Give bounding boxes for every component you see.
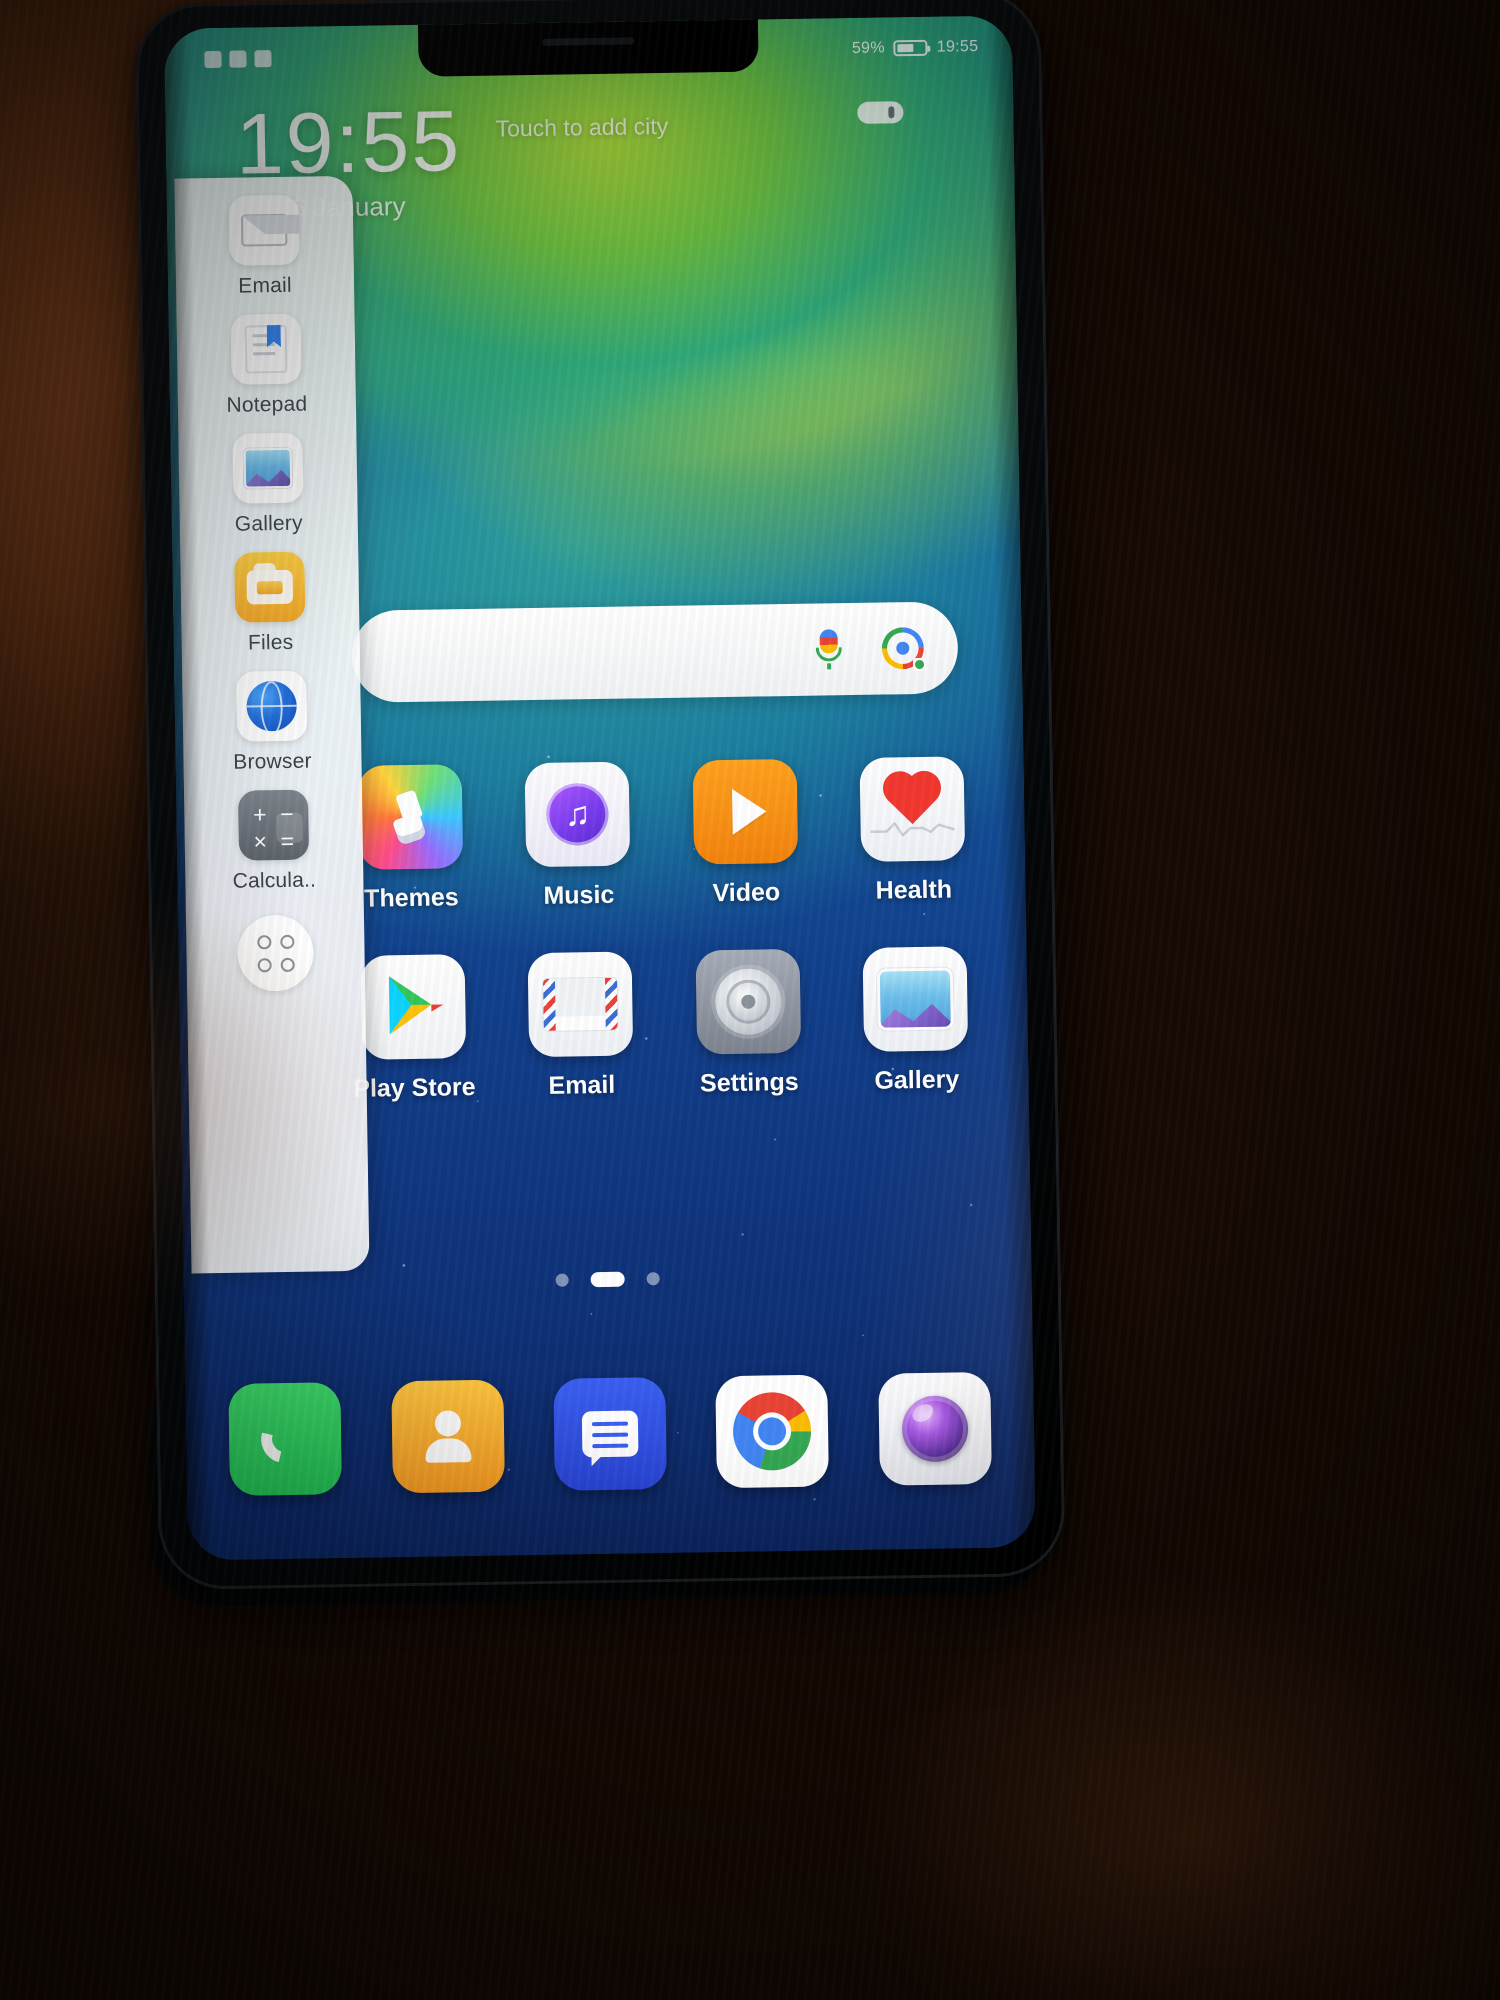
- files-folder-icon: [234, 551, 306, 623]
- status-bar-clock: 19:55: [936, 37, 979, 56]
- app-label-themes: Themes: [363, 883, 459, 913]
- drawer-item-browser[interactable]: Browser: [182, 670, 362, 776]
- home-app-grid: Themes ♫ Music Video Health Play Store E…: [326, 756, 1002, 1146]
- drawer-item-notepad[interactable]: Notepad: [176, 313, 356, 419]
- phone-screen[interactable]: 59% 19:55 19:55 ay, 26 January Touch to …: [163, 15, 1036, 1561]
- calculator-icon: + − × =: [237, 789, 310, 861]
- nfc-icon: [229, 49, 247, 68]
- add-city-label[interactable]: Touch to add city: [495, 113, 668, 143]
- search-input[interactable]: [351, 601, 959, 703]
- app-label-gallery: Gallery: [874, 1065, 960, 1095]
- phone-handset-icon[interactable]: [228, 1382, 343, 1496]
- status-bar-right: 59% 19:55: [852, 38, 979, 58]
- app-row-2: Play Store Email Settings Gallery: [329, 946, 1001, 1105]
- drawer-label-calculator: Calcula..: [232, 868, 317, 893]
- app-label-settings: Settings: [699, 1067, 799, 1098]
- phone-device: 59% 19:55 19:55 ay, 26 January Touch to …: [137, 0, 1063, 1587]
- health-icon: [859, 756, 966, 862]
- all-apps-grid-icon[interactable]: [236, 914, 315, 992]
- app-drawer-panel[interactable]: Email Notepad Gallery Files Browser + − …: [174, 175, 370, 1274]
- play-store-icon: [360, 954, 466, 1060]
- weather-toggle-pill[interactable]: [857, 101, 904, 124]
- contacts-person-icon[interactable]: [390, 1379, 505, 1494]
- chrome-icon[interactable]: [715, 1374, 830, 1489]
- drawer-item-files[interactable]: Files: [180, 551, 360, 657]
- page-dot-1[interactable]: [555, 1273, 569, 1287]
- app-health[interactable]: Health: [828, 756, 998, 907]
- app-row-1: Themes ♫ Music Video Health: [326, 756, 998, 915]
- status-bar-left-icons: [204, 49, 272, 68]
- drawer-label-notepad: Notepad: [226, 392, 308, 417]
- camera-lens-icon[interactable]: [877, 1371, 992, 1486]
- ekg-line-icon: [870, 822, 956, 837]
- gallery-icon: [232, 432, 304, 504]
- settings-gear-icon: [695, 948, 801, 1055]
- earpiece-speaker: [542, 37, 635, 46]
- gallery-icon: [862, 946, 969, 1052]
- battery-icon: [893, 39, 928, 57]
- drawer-label-gallery: Gallery: [234, 511, 303, 536]
- google-mic-icon[interactable]: [815, 629, 843, 670]
- battery-percent-label: 59%: [851, 39, 885, 57]
- drawer-item-gallery[interactable]: Gallery: [178, 432, 358, 538]
- sim-icon: [204, 50, 222, 68]
- messages-bubble-icon[interactable]: [553, 1377, 667, 1491]
- desk-background: 59% 19:55 19:55 ay, 26 January Touch to …: [0, 0, 1500, 2000]
- drawer-label-browser: Browser: [233, 749, 312, 774]
- drawer-label-email: Email: [238, 273, 292, 298]
- app-music[interactable]: ♫ Music: [493, 761, 663, 912]
- settings-sync-icon: [254, 49, 272, 67]
- themes-icon: [357, 764, 463, 870]
- drawer-label-files: Files: [247, 630, 294, 655]
- play-triangle-icon: [388, 976, 444, 1035]
- app-video[interactable]: Video: [661, 758, 831, 909]
- page-dot-3[interactable]: [646, 1272, 660, 1286]
- drawer-item-email[interactable]: Email: [175, 194, 355, 300]
- app-email[interactable]: Email: [496, 951, 666, 1102]
- display-notch: [417, 19, 759, 77]
- email-icon: [527, 951, 634, 1058]
- app-label-health: Health: [875, 875, 953, 905]
- notepad-icon: [230, 313, 302, 385]
- app-settings[interactable]: Settings: [664, 948, 834, 1099]
- browser-globe-icon: [236, 670, 308, 742]
- music-icon: ♫: [524, 761, 631, 868]
- app-gallery[interactable]: Gallery: [831, 946, 1001, 1097]
- clock-time: 19:55: [235, 93, 462, 193]
- app-label-music: Music: [543, 880, 615, 910]
- app-label-video: Video: [712, 878, 781, 908]
- app-label-email: Email: [548, 1070, 616, 1100]
- google-lens-icon[interactable]: [881, 626, 927, 672]
- drawer-item-calculator[interactable]: + − × = Calcula..: [184, 789, 364, 895]
- email-icon: [228, 194, 300, 266]
- page-dot-2[interactable]: [590, 1271, 625, 1288]
- app-label-play-store: Play Store: [353, 1072, 476, 1103]
- video-icon: [692, 758, 798, 865]
- dock-bar: [203, 1371, 1017, 1497]
